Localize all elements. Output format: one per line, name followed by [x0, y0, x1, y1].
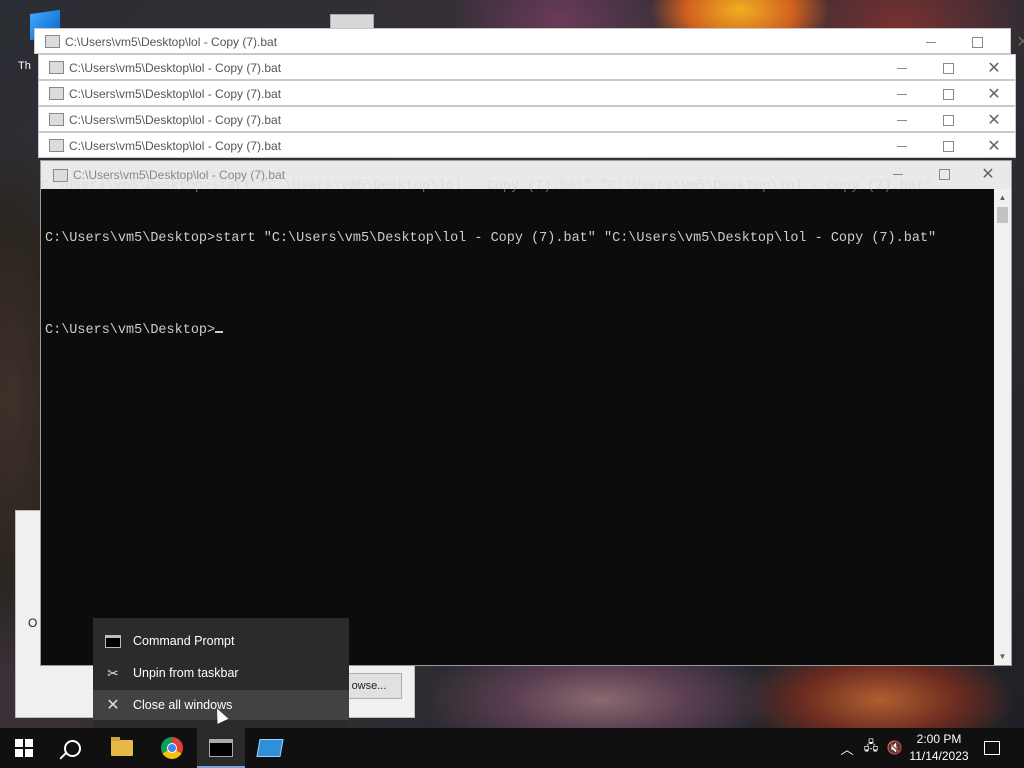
jump-list-item-label: Unpin from taskbar	[133, 666, 239, 680]
close-button[interactable]: ✕	[971, 55, 1017, 81]
desktop-shortcut-label: Th	[18, 60, 31, 72]
scrollbar-thumb[interactable]	[997, 207, 1008, 223]
start-button[interactable]	[0, 728, 48, 768]
minimize-button[interactable]	[879, 133, 925, 159]
console-title-bar[interactable]: C:\Users\vm5\Desktop\lol - Copy (7).bat …	[41, 161, 1011, 194]
chrome-icon	[161, 737, 183, 759]
command-prompt-taskbar-button[interactable]	[197, 728, 245, 768]
cmd-window-4[interactable]: C:\Users\vm5\Desktop\lol - Copy (7).bat …	[38, 106, 1016, 132]
window-title: C:\Users\vm5\Desktop\lol - Copy (7).bat	[69, 87, 282, 101]
cmd-window-3[interactable]: C:\Users\vm5\Desktop\lol - Copy (7).bat …	[38, 80, 1016, 106]
minimize-button[interactable]	[908, 29, 954, 55]
remote-desktop-button[interactable]	[246, 728, 294, 768]
dialog-label: O	[28, 616, 38, 630]
maximize-button[interactable]	[954, 29, 1000, 55]
chrome-button[interactable]	[148, 728, 196, 768]
cmd-window-icon	[49, 87, 64, 100]
system-clock[interactable]: 2:00 PM 11/14/2023	[900, 731, 978, 765]
window-title: C:\Users\vm5\Desktop\lol - Copy (7).bat	[69, 61, 282, 75]
clock-time: 2:00 PM	[916, 732, 962, 746]
remote-desktop-icon	[256, 739, 284, 757]
cmd-icon	[105, 634, 121, 648]
network-tray-button[interactable]: 🖧	[860, 728, 882, 768]
cmd-window-1[interactable]: C:\Users\vm5\Desktop\lol - Copy (7).bat …	[34, 28, 1024, 55]
maximize-button[interactable]	[925, 81, 971, 107]
maximize-button[interactable]	[925, 107, 971, 133]
console-output[interactable]: C:\Users\vm5\Desktop>start "C:\Users\vm5…	[45, 201, 991, 665]
window-title: C:\Users\vm5\Desktop\lol - Copy (7).bat	[69, 113, 282, 127]
cmd-window-2[interactable]: C:\Users\vm5\Desktop\lol - Copy (7).bat …	[38, 54, 1016, 80]
close-button[interactable]: ✕	[965, 161, 1011, 187]
jump-list-command-prompt[interactable]: Command Prompt	[93, 626, 349, 656]
search-button[interactable]	[48, 728, 96, 768]
folder-icon	[111, 737, 133, 756]
console-ghost-text: C:\Users\vm5\Desktop>start "C:\Users\vm5…	[41, 179, 933, 194]
show-hidden-icons-button[interactable]: ︿	[838, 728, 856, 768]
window-title: C:\Users\vm5\Desktop\lol - Copy (7).bat	[65, 35, 278, 49]
scroll-down-arrow-icon[interactable]: ▼	[994, 648, 1011, 665]
cmd-window-icon	[49, 113, 64, 126]
cmd-window-icon	[49, 61, 64, 74]
jump-list-item-label: Command Prompt	[133, 634, 235, 648]
text-cursor	[215, 331, 224, 333]
maximize-button[interactable]	[925, 133, 971, 159]
console-prompt: C:\Users\vm5\Desktop>	[45, 323, 216, 338]
cmd-window-icon	[49, 139, 64, 152]
window-title: C:\Users\vm5\Desktop\lol - Copy (7).bat	[69, 139, 282, 153]
cmd-window-5[interactable]: C:\Users\vm5\Desktop\lol - Copy (7).bat …	[38, 132, 1016, 158]
chevron-up-icon: ︿	[840, 741, 854, 757]
cmd-console-window[interactable]: C:\Users\vm5\Desktop\lol - Copy (7).bat …	[40, 160, 1012, 666]
scroll-up-arrow-icon[interactable]: ▲	[994, 189, 1011, 206]
maximize-button[interactable]	[925, 55, 971, 81]
taskbar: ︿ 🖧 🔇 2:00 PM 11/14/2023	[0, 728, 1024, 768]
clock-date: 11/14/2023	[909, 749, 969, 763]
notification-icon	[984, 741, 1000, 755]
close-icon: ✕	[106, 697, 120, 714]
network-icon: 🖧	[863, 738, 879, 753]
windows-logo-icon	[15, 739, 33, 757]
notification-center-button[interactable]	[980, 728, 1004, 768]
close-button[interactable]: ✕	[971, 133, 1017, 159]
jump-list-unpin[interactable]: ✂ Unpin from taskbar	[93, 658, 349, 688]
minimize-button[interactable]	[879, 81, 925, 107]
close-button[interactable]: ✕	[1000, 29, 1024, 55]
minimize-button[interactable]	[879, 107, 925, 133]
close-button[interactable]: ✕	[971, 107, 1017, 133]
search-icon	[63, 739, 81, 757]
cmd-window-icon	[45, 35, 60, 48]
vertical-scrollbar[interactable]: ▲ ▼	[994, 189, 1011, 665]
unpin-icon: ✂	[107, 664, 119, 681]
close-button[interactable]: ✕	[971, 81, 1017, 107]
console-line: C:\Users\vm5\Desktop>start "C:\Users\vm5…	[45, 231, 937, 246]
console-prompt-line: C:\Users\vm5\Desktop>	[45, 323, 991, 339]
file-explorer-button[interactable]	[98, 728, 146, 768]
cmd-icon	[209, 739, 233, 757]
minimize-button[interactable]	[879, 55, 925, 81]
